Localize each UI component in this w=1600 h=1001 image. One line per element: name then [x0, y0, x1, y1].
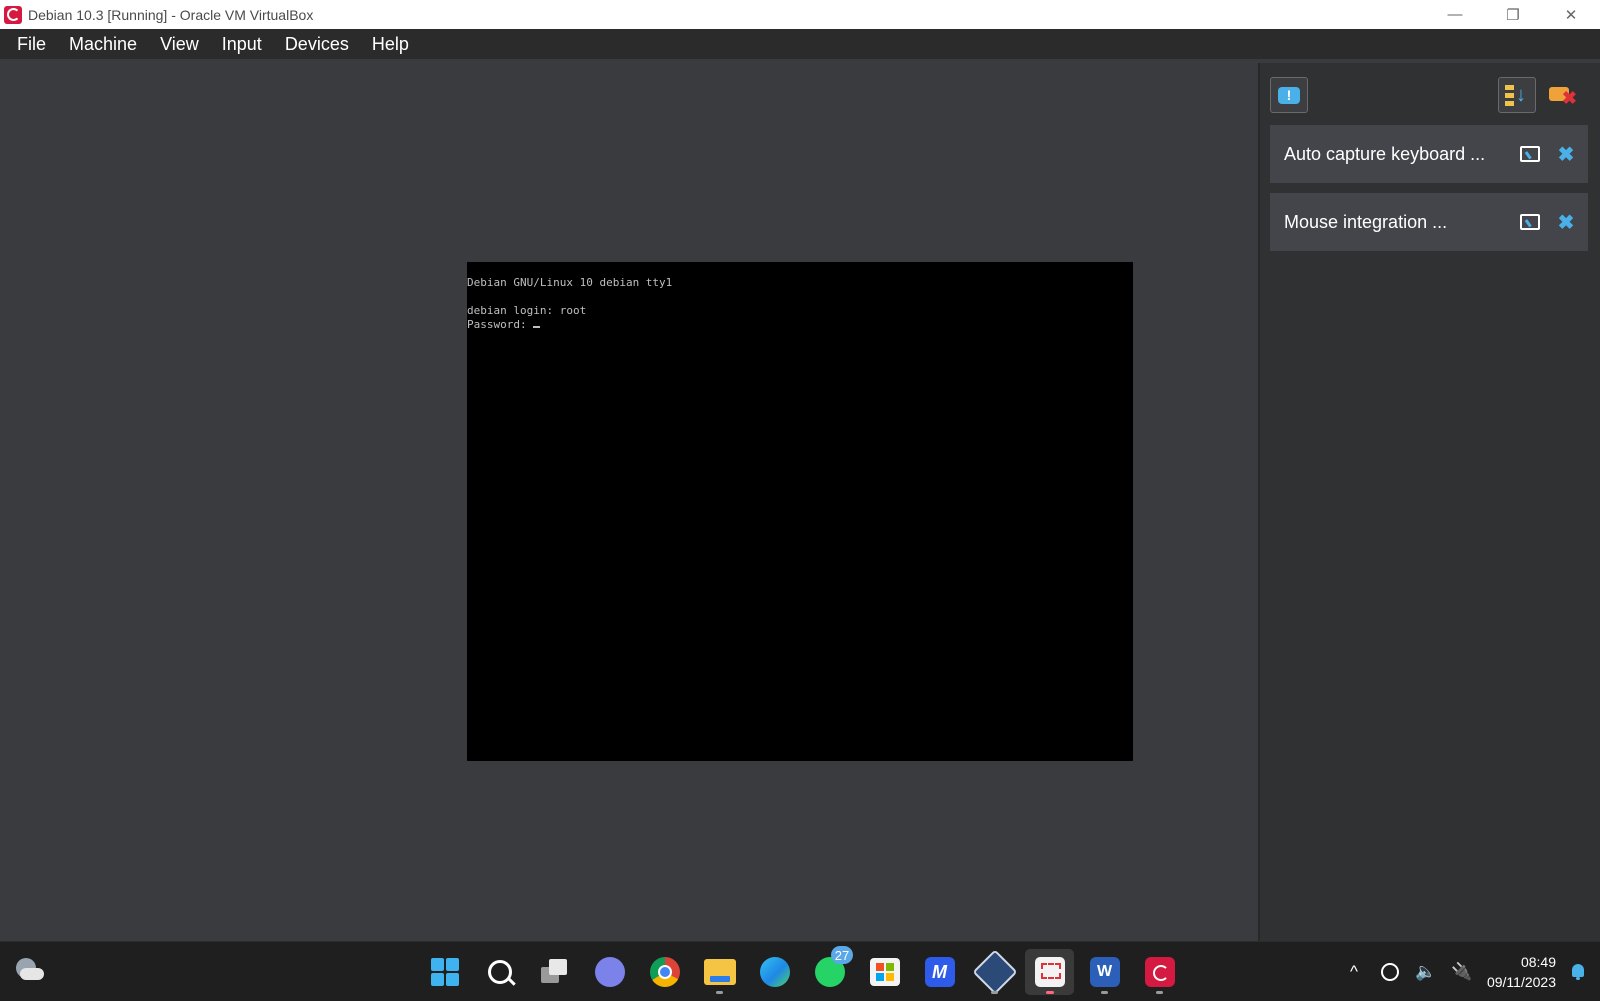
clock-date: 09/11/2023	[1486, 973, 1556, 990]
teams-icon	[594, 957, 625, 987]
taskbar-file-explorer[interactable]	[695, 949, 744, 995]
taskbar-snipping-tool[interactable]	[1025, 949, 1074, 995]
clock[interactable]: 08:49 09/11/2023	[1487, 952, 1556, 992]
notification-bell-icon[interactable]	[1570, 963, 1586, 981]
snipping-tool-icon	[1034, 957, 1065, 987]
taskbar-start[interactable]	[420, 949, 469, 995]
running-indicator	[1101, 991, 1108, 994]
dont-show-again-button[interactable]	[1512, 136, 1548, 172]
notification-item[interactable]: Auto capture keyboard ... ✖	[1270, 125, 1588, 183]
running-indicator	[716, 991, 723, 994]
running-indicator	[1046, 991, 1054, 994]
battery-charging-icon[interactable]: 🔌	[1451, 961, 1473, 983]
taskbar-search[interactable]	[475, 949, 524, 995]
close-notification-button[interactable]: ✖	[1548, 136, 1584, 172]
sort-notifications-button[interactable]: ↓	[1498, 77, 1536, 113]
close-notification-button[interactable]: ✖	[1548, 204, 1584, 240]
menu-input[interactable]: Input	[211, 34, 273, 55]
console-password-line: Password:	[467, 318, 1133, 332]
minimize-button[interactable]: —	[1426, 0, 1484, 29]
sort-icon: ↓	[1505, 83, 1529, 107]
edge-icon	[759, 957, 790, 987]
notification-text: Auto capture keyboard ...	[1284, 143, 1486, 164]
taskbar-teams[interactable]	[585, 949, 634, 995]
chrome-icon	[649, 957, 680, 987]
virtualbox-icon	[971, 949, 1018, 995]
menu-devices[interactable]: Devices	[274, 34, 360, 55]
taskbar-chrome[interactable]	[640, 949, 689, 995]
notification-bubble-icon: !	[1278, 86, 1300, 104]
dont-show-again-button[interactable]	[1512, 204, 1548, 240]
menu-help[interactable]: Help	[361, 34, 420, 55]
notification-item[interactable]: Mouse integration ... ✖	[1270, 193, 1588, 251]
word-icon: W	[1089, 957, 1120, 987]
running-indicator	[1156, 991, 1163, 994]
m-app-icon: M	[924, 957, 955, 987]
speaker-icon[interactable]: 🔈	[1415, 961, 1437, 983]
toggle-notification-center-button[interactable]: !	[1270, 77, 1308, 113]
taskbar-m-app[interactable]: M	[915, 949, 964, 995]
virtualbox-debian-icon	[4, 5, 22, 24]
window-controls: — ❐ ✕	[1426, 0, 1600, 29]
weather-widget-icon[interactable]	[14, 956, 44, 986]
taskbar: 27 M W ^ 🔈 🔌 08:49 09/11/2023	[0, 941, 1600, 1001]
taskbar-apps: 27 M W	[420, 946, 1184, 995]
console-output: Debian GNU/Linux 10 debian tty1 debian l…	[467, 262, 1133, 332]
close-button[interactable]: ✕	[1542, 0, 1600, 29]
microsoft-store-icon	[869, 958, 900, 986]
network-globe-icon[interactable]	[1379, 961, 1401, 983]
notification-text: Mouse integration ...	[1284, 211, 1448, 232]
taskbar-virtualbox[interactable]	[970, 949, 1019, 995]
dismiss-all-button[interactable]: ✖	[1544, 77, 1582, 113]
window-titlebar: Debian 10.3 [Running] - Oracle VM Virtua…	[0, 0, 1600, 29]
taskbar-task-view[interactable]	[530, 949, 579, 995]
taskbar-microsoft-store[interactable]	[860, 949, 909, 995]
window-title: Debian 10.3 [Running] - Oracle VM Virtua…	[28, 6, 314, 23]
console-line: Password:	[467, 318, 534, 331]
vm-screen[interactable]: Debian GNU/Linux 10 debian tty1 debian l…	[467, 262, 1133, 761]
menu-machine[interactable]: Machine	[58, 34, 148, 55]
search-icon	[487, 960, 512, 984]
restore-button[interactable]: ❐	[1484, 0, 1542, 29]
console-line: debian login: root	[467, 304, 587, 317]
notification-center-toolbar: ! ↓ ✖	[1260, 63, 1600, 125]
task-view-icon	[540, 959, 569, 985]
taskbar-debian-vm[interactable]	[1135, 949, 1184, 995]
taskbar-whatsapp[interactable]: 27	[805, 946, 854, 995]
menu-file[interactable]: File	[6, 34, 57, 55]
dismiss-all-icon: ✖	[1549, 83, 1577, 108]
taskbar-edge[interactable]	[750, 949, 799, 995]
text-cursor	[533, 326, 541, 328]
menu-view[interactable]: View	[149, 34, 210, 55]
menu-bar: File Machine View Input Devices Help	[0, 29, 1600, 59]
console-line: Debian GNU/Linux 10 debian tty1	[467, 276, 673, 289]
notification-center: ! ↓ ✖ Auto capture keyboard ... ✖ Mouse …	[1258, 63, 1600, 941]
dont-show-icon	[1520, 146, 1540, 162]
clock-time: 08:49	[1520, 953, 1556, 970]
taskbar-word[interactable]: W	[1080, 949, 1129, 995]
running-indicator	[991, 991, 998, 994]
file-explorer-icon	[703, 959, 736, 985]
start-icon	[430, 958, 459, 986]
unread-badge: 27	[831, 946, 853, 964]
dont-show-icon	[1520, 214, 1540, 230]
show-hidden-icons-chevron-icon[interactable]: ^	[1343, 961, 1365, 983]
close-icon: ✖	[1557, 143, 1575, 166]
close-icon: ✖	[1557, 211, 1575, 234]
debian-icon	[1144, 957, 1175, 987]
system-tray: ^ 🔈 🔌 08:49 09/11/2023	[1343, 942, 1586, 1001]
